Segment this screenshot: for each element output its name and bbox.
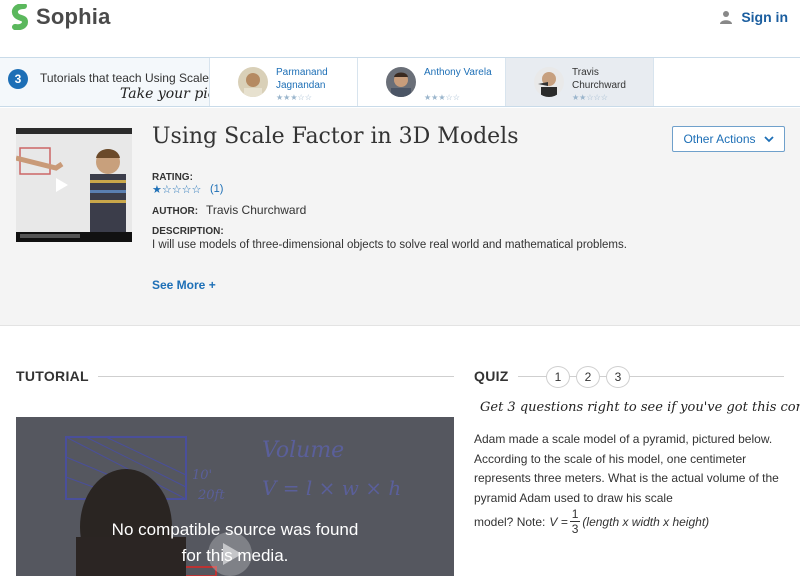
formula-rest: (length x width x height) <box>582 514 710 529</box>
take-your-pick-label: Take your pick: <box>120 86 209 102</box>
quiz-step-2[interactable]: 2 <box>576 366 600 388</box>
rating-stars[interactable]: ★☆☆☆☆ <box>152 183 201 196</box>
video-error-line-1: No compatible source was found <box>111 520 359 539</box>
divider <box>98 376 454 377</box>
video-error-line-2: for this media. <box>181 546 289 565</box>
tutor-name: Travis Churchward <box>572 67 626 91</box>
quiz-step-1[interactable]: 1 <box>546 366 570 388</box>
tutorial-thumbnail[interactable] <box>16 128 132 242</box>
site-header: Sophia Sign in <box>0 0 800 40</box>
tutorial-picker: 3 Tutorials that teach Using Scale Facto… <box>0 57 800 107</box>
tutorial-title: Using Scale Factor in 3D Models <box>152 124 519 149</box>
other-actions-button[interactable]: Other Actions <box>672 126 785 152</box>
tutorial-heading: TUTORIAL <box>16 368 89 384</box>
tutor-rating-stars: ★★★☆☆ <box>276 93 312 102</box>
tutorial-header: Using Scale Factor in 3D Models Other Ac… <box>0 108 800 326</box>
quiz-hint: Get 3 questions right to see if you've g… <box>480 400 800 415</box>
brand-name[interactable]: Sophia <box>36 4 111 30</box>
picker-summary: 3 Tutorials that teach Using Scale Facto… <box>0 58 210 106</box>
board-formula: V = l × w × h <box>262 476 401 500</box>
tutor-option-travis[interactable]: Travis Churchward ★★☆☆☆ <box>506 58 654 106</box>
avatar <box>534 67 564 97</box>
avatar <box>238 67 268 97</box>
sophia-logo-icon[interactable] <box>10 4 30 30</box>
author-label: AUTHOR: <box>152 206 199 217</box>
other-actions-label: Other Actions <box>683 132 756 146</box>
tutor-name: Parmanand Jagnandan <box>276 67 328 91</box>
signin-label: Sign in <box>741 9 788 25</box>
tutor-name: Anthony Varela <box>424 67 492 78</box>
description-label: DESCRIPTION: <box>152 226 224 237</box>
see-more-link[interactable]: See More + <box>152 278 216 292</box>
signin-button[interactable]: Sign in <box>719 9 788 25</box>
tutorial-count-badge: 3 <box>8 69 28 89</box>
formula-v: V = <box>549 514 568 529</box>
description-text: I will use models of three-dimensional o… <box>152 239 627 251</box>
board-word: Volume <box>262 438 344 463</box>
user-icon <box>720 11 733 24</box>
video-error-message: No compatible source was found for this … <box>16 517 454 569</box>
tutor-option-anthony[interactable]: Anthony Varela ★★★☆☆ <box>358 58 506 106</box>
tutor-rating-stars: ★★☆☆☆ <box>572 93 608 102</box>
quiz-step-3[interactable]: 3 <box>606 366 630 388</box>
quiz-question-text: Adam made a scale model of a pyramid, pi… <box>474 432 779 505</box>
formula-fraction: 1 3 <box>569 507 581 536</box>
svg-text:20ft: 20ft <box>197 488 225 503</box>
formula-prefix: model? Note: <box>474 514 546 529</box>
rating-label: RATING: <box>152 172 193 183</box>
picker-title: Tutorials that teach Using Scale Factor … <box>40 71 209 85</box>
formula-numerator: 1 <box>569 507 581 522</box>
svg-text:10': 10' <box>192 468 212 483</box>
formula-denominator: 3 <box>571 522 579 536</box>
quiz-heading: QUIZ <box>474 368 509 384</box>
tutor-rating-stars: ★★★☆☆ <box>424 93 460 102</box>
video-player[interactable]: Volume V = l × w × h 10' 20ft No compati… <box>16 417 454 576</box>
quiz-formula: model? Note: V = 1 3 (length x width x h… <box>474 507 709 536</box>
rating-count[interactable]: (1) <box>210 183 223 195</box>
avatar <box>386 67 416 97</box>
author-name: Travis Churchward <box>206 203 307 217</box>
chevron-down-icon <box>763 135 774 142</box>
tutor-option-parmanand[interactable]: Parmanand Jagnandan ★★★☆☆ <box>210 58 358 106</box>
